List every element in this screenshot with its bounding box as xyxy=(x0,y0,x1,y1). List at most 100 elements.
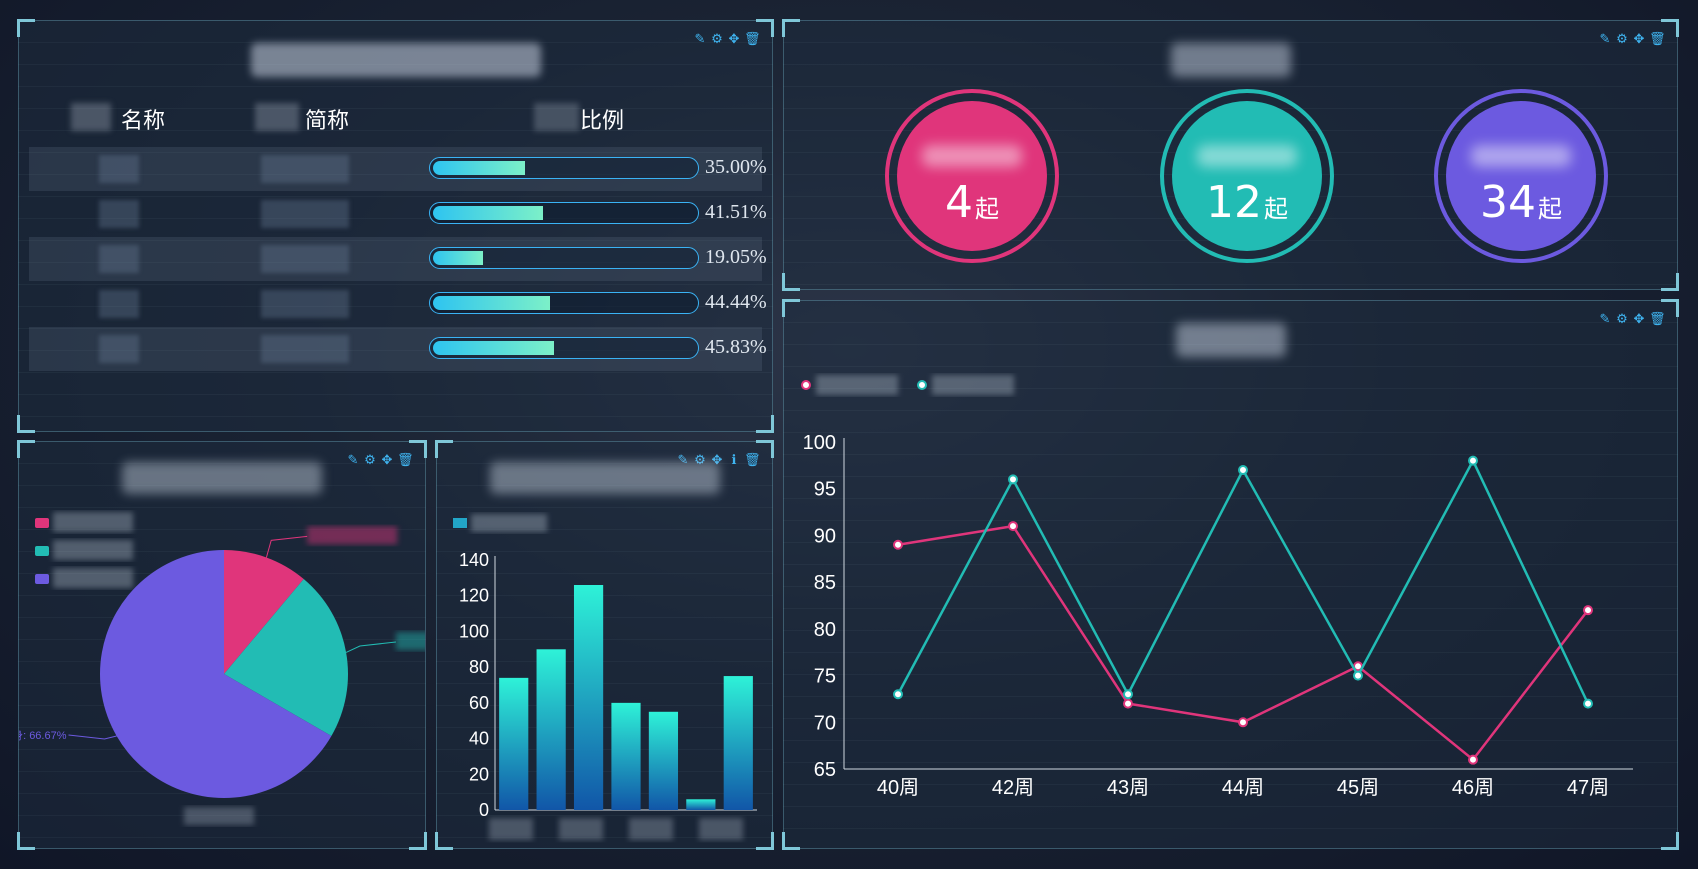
y-tick-label: 20 xyxy=(469,764,489,784)
legend-marker xyxy=(801,380,811,390)
y-tick-label: 95 xyxy=(814,479,836,501)
bar-chart: 0 20 40 60 80 100 120 140 xyxy=(453,514,757,840)
ratio-value: 41.51% xyxy=(705,201,767,223)
legend-swatch xyxy=(35,574,49,584)
x-tick-label: 47周 xyxy=(1567,777,1609,799)
legend-label xyxy=(471,514,547,532)
pie-panel: ✎ ⚙ ✥ 🗑 身: 66.67% xyxy=(17,440,427,850)
legend-swatch xyxy=(35,546,49,556)
bar xyxy=(648,711,679,810)
data-point xyxy=(1008,474,1018,485)
ratio-progress-bar xyxy=(429,337,699,359)
legend-label xyxy=(816,375,898,395)
y-tick-label: 80 xyxy=(469,657,489,677)
pie-slice-label: 身: 66.67% xyxy=(19,728,67,742)
pie-leader-line xyxy=(68,734,117,740)
x-tick-label xyxy=(699,818,743,840)
x-tick-label: 46周 xyxy=(1452,777,1494,799)
stat-value: 4起 xyxy=(945,177,999,228)
data-point xyxy=(1123,698,1133,709)
legend-label xyxy=(932,375,1014,395)
ratio-progress-fill xyxy=(433,206,543,220)
panel-title xyxy=(784,43,1677,83)
stat-disc: 4起 xyxy=(897,101,1047,251)
table-row: 19.05% xyxy=(29,237,767,281)
y-tick-label: 120 xyxy=(459,586,489,606)
pie-leader-line xyxy=(265,535,308,558)
ratio-progress-fill xyxy=(433,296,551,310)
table-row: 44.44% xyxy=(29,282,767,326)
table-row: 45.83% xyxy=(29,327,767,371)
bar xyxy=(611,702,641,810)
x-tick-label: 44周 xyxy=(1222,777,1264,799)
data-point xyxy=(1583,698,1593,709)
y-tick-label: 60 xyxy=(469,693,489,713)
column-name: 名称 xyxy=(121,109,166,134)
stat-ring: 4起 xyxy=(885,89,1059,263)
pie-chart: 身: 66.67% xyxy=(19,512,425,825)
legend-label xyxy=(53,568,133,588)
table-row: 35.00% xyxy=(29,147,767,191)
panel-title xyxy=(19,43,772,83)
ratio-table-panel: ✎ ⚙ ✥ 🗑 名称 简称 比例 35.00% 41.51% 19.05% 44.44… xyxy=(17,19,774,433)
data-point xyxy=(1238,717,1248,728)
ratio-progress-bar xyxy=(429,157,699,179)
stat-value: 12起 xyxy=(1206,177,1288,228)
data-point xyxy=(1468,754,1478,765)
x-tick-label: 42周 xyxy=(992,777,1034,799)
y-tick-label: 75 xyxy=(814,666,836,688)
y-tick-label: 40 xyxy=(469,729,489,749)
ratio-progress-fill xyxy=(433,161,526,175)
y-tick-label: 85 xyxy=(814,572,836,594)
data-point xyxy=(1468,455,1478,466)
pie-caption xyxy=(184,807,254,825)
table-row: 41.51% xyxy=(29,192,767,236)
y-tick-label: 70 xyxy=(814,712,836,734)
x-tick-label: 43周 xyxy=(1107,777,1149,799)
x-tick-label: 45周 xyxy=(1337,777,1379,799)
stat-disc: 12起 xyxy=(1172,101,1322,251)
ratio-value: 19.05% xyxy=(705,246,767,268)
data-point xyxy=(1008,521,1018,532)
y-tick-label: 90 xyxy=(814,525,836,547)
bar xyxy=(686,799,716,810)
stat-ring: 34起 xyxy=(1434,89,1608,263)
table-header: 名称 简称 比例 xyxy=(19,103,772,134)
data-point xyxy=(893,689,903,700)
ratio-progress-bar xyxy=(429,247,699,269)
data-point xyxy=(1583,605,1593,616)
y-tick-label: 80 xyxy=(814,619,836,641)
data-point xyxy=(893,539,903,550)
stat-value: 34起 xyxy=(1480,177,1562,228)
y-tick-label: 140 xyxy=(459,550,489,570)
bar xyxy=(536,649,566,810)
x-tick-label xyxy=(489,818,533,840)
y-tick-label: 100 xyxy=(803,432,836,454)
legend-label xyxy=(53,540,133,560)
ratio-progress-fill xyxy=(433,341,554,355)
ratio-value: 45.83% xyxy=(705,336,767,358)
pie-leader-line xyxy=(345,641,396,653)
column-ratio: 比例 xyxy=(580,109,625,134)
data-point xyxy=(1123,689,1133,700)
y-tick-label: 0 xyxy=(479,800,489,820)
bar xyxy=(499,677,529,810)
data-point xyxy=(1238,465,1248,476)
ratio-progress-bar xyxy=(429,292,699,314)
ratio-value: 35.00% xyxy=(705,156,767,178)
legend-swatch xyxy=(453,518,467,528)
bar-panel: ✎ ⚙ ✥ ℹ 🗑 0 20 40 60 80 100 120 140 xyxy=(435,440,774,850)
line-chart: 65 70 75 80 85 90 95 100 40周 42周 43周 44周 45周 46周 47周 xyxy=(801,375,1633,799)
ratio-progress-bar xyxy=(429,202,699,224)
x-tick-label xyxy=(629,818,673,840)
bar xyxy=(573,585,604,810)
stats-panel: ✎ ⚙ ✥ 🗑 4起 12起 34起 xyxy=(782,19,1679,291)
x-tick-label: 40周 xyxy=(877,777,919,799)
legend-swatch xyxy=(35,518,49,528)
series-line xyxy=(896,457,1590,705)
ratio-value: 44.44% xyxy=(705,291,767,313)
pie-slice-label xyxy=(395,632,425,651)
pie-slice-label xyxy=(307,526,398,545)
column-short-name: 简称 xyxy=(305,109,350,134)
bar xyxy=(723,676,753,810)
